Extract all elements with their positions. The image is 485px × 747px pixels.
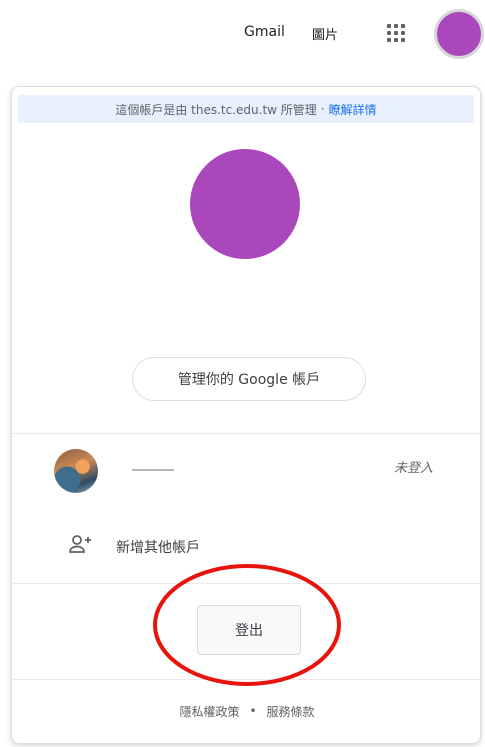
- privacy-policy-link[interactable]: 隱私權政策: [179, 703, 239, 720]
- page: Gmail 圖片 這個帳戶是由 thes.tc.edu.tw 所管理 · 瞭解詳…: [0, 0, 485, 747]
- apps-dot: [394, 38, 398, 42]
- apps-dot: [401, 31, 405, 35]
- apps-dot: [387, 38, 391, 42]
- sign-out-button[interactable]: 登出: [197, 605, 301, 655]
- redacted-account-name: [132, 469, 174, 471]
- signed-out-account-row[interactable]: 未登入: [12, 437, 480, 507]
- footer-separator: •: [249, 704, 257, 718]
- apps-dot: [387, 31, 391, 35]
- managed-account-banner: 這個帳戶是由 thes.tc.edu.tw 所管理 · 瞭解詳情: [18, 95, 474, 123]
- apps-dot: [394, 31, 398, 35]
- images-link[interactable]: 圖片: [312, 24, 338, 43]
- divider: [12, 583, 480, 584]
- apps-dot: [401, 38, 405, 42]
- apps-dot: [387, 24, 391, 28]
- gmail-link[interactable]: Gmail: [244, 24, 285, 40]
- learn-more-link[interactable]: 瞭解詳情: [329, 101, 377, 118]
- banner-separator: ·: [320, 102, 325, 116]
- footer-links: 隱私權政策 • 服務條款: [12, 699, 480, 723]
- account-status: 未登入: [394, 461, 434, 476]
- terms-of-service-link[interactable]: 服務條款: [267, 703, 315, 720]
- manage-google-account-button[interactable]: 管理你的 Google 帳戶: [132, 357, 366, 401]
- profile-avatar: [190, 149, 300, 259]
- apps-dot: [401, 24, 405, 28]
- top-bar: Gmail 圖片: [0, 0, 485, 66]
- add-account-row[interactable]: 新增其他帳戶: [12, 527, 480, 571]
- grid-apps-icon[interactable]: [381, 21, 411, 45]
- account-avatar-button[interactable]: [434, 9, 484, 59]
- account-photo-avatar: [54, 449, 98, 493]
- apps-dot: [394, 24, 398, 28]
- divider: [12, 679, 480, 680]
- managed-text: 這個帳戶是由 thes.tc.edu.tw 所管理: [115, 102, 317, 117]
- account-popup: 這個帳戶是由 thes.tc.edu.tw 所管理 · 瞭解詳情 管理你的 Go…: [11, 86, 481, 744]
- divider: [12, 433, 480, 434]
- add-account-label: 新增其他帳戶: [116, 540, 200, 556]
- add-person-icon: [69, 535, 91, 553]
